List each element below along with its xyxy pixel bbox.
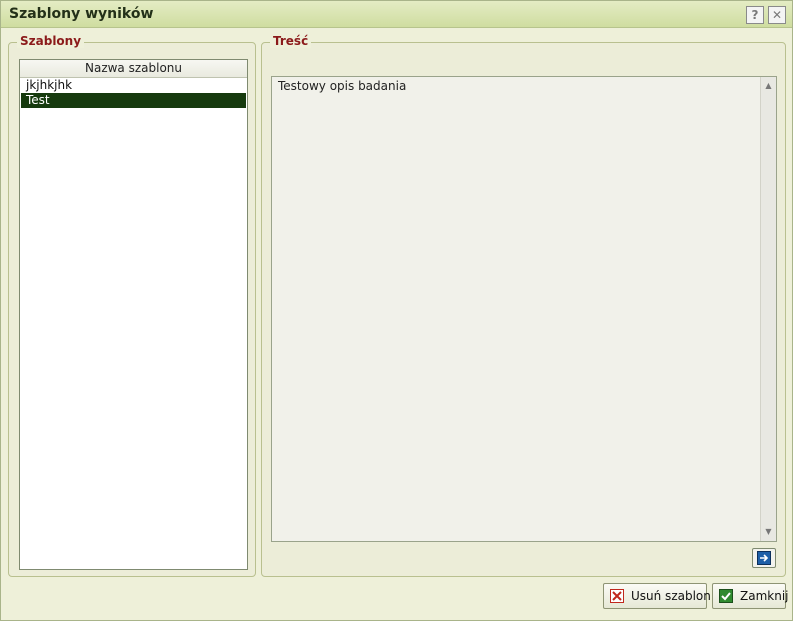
help-button[interactable]: ? — [746, 6, 764, 24]
content-text: Testowy opis badania — [278, 79, 407, 93]
delete-template-button[interactable]: Usuń szablon — [603, 583, 711, 609]
close-window-button[interactable]: ✕ — [768, 6, 786, 24]
templates-group: Szablony Nazwa szablonu jkjhkjhk Test — [8, 34, 256, 577]
list-item[interactable]: jkjhkjhk — [21, 78, 246, 93]
templates-list[interactable]: Nazwa szablonu jkjhkjhk Test — [19, 59, 248, 570]
close-button[interactable]: Zamknij — [712, 583, 789, 609]
close-icon: ✕ — [771, 8, 783, 22]
delete-template-label: Usuń szablon — [631, 589, 711, 603]
check-icon — [719, 589, 733, 603]
help-icon: ? — [751, 8, 759, 22]
content-group: Treść Testowy opis badania ▲ ▼ — [261, 34, 786, 577]
scroll-down-arrow-icon[interactable]: ▼ — [761, 525, 776, 539]
content-scrollbar[interactable]: ▲ ▼ — [760, 77, 776, 541]
content-group-legend: Treść — [270, 34, 312, 48]
dialog-window: Szablony wyników ? ✕ Szablony Nazwa szab… — [0, 0, 793, 621]
content-textarea[interactable]: Testowy opis badania ▲ ▼ — [271, 76, 777, 542]
window-title: Szablony wyników — [9, 6, 154, 22]
insert-button[interactable] — [752, 548, 776, 568]
title-bar: Szablony wyników ? ✕ — [1, 1, 792, 28]
arrow-right-icon — [757, 551, 771, 565]
close-label: Zamknij — [740, 589, 789, 603]
column-header-template-name[interactable]: Nazwa szablonu — [20, 60, 247, 78]
scroll-up-arrow-icon[interactable]: ▲ — [761, 79, 776, 93]
list-item[interactable]: Test — [21, 93, 246, 108]
delete-x-icon — [610, 589, 624, 603]
templates-group-legend: Szablony — [17, 34, 85, 48]
